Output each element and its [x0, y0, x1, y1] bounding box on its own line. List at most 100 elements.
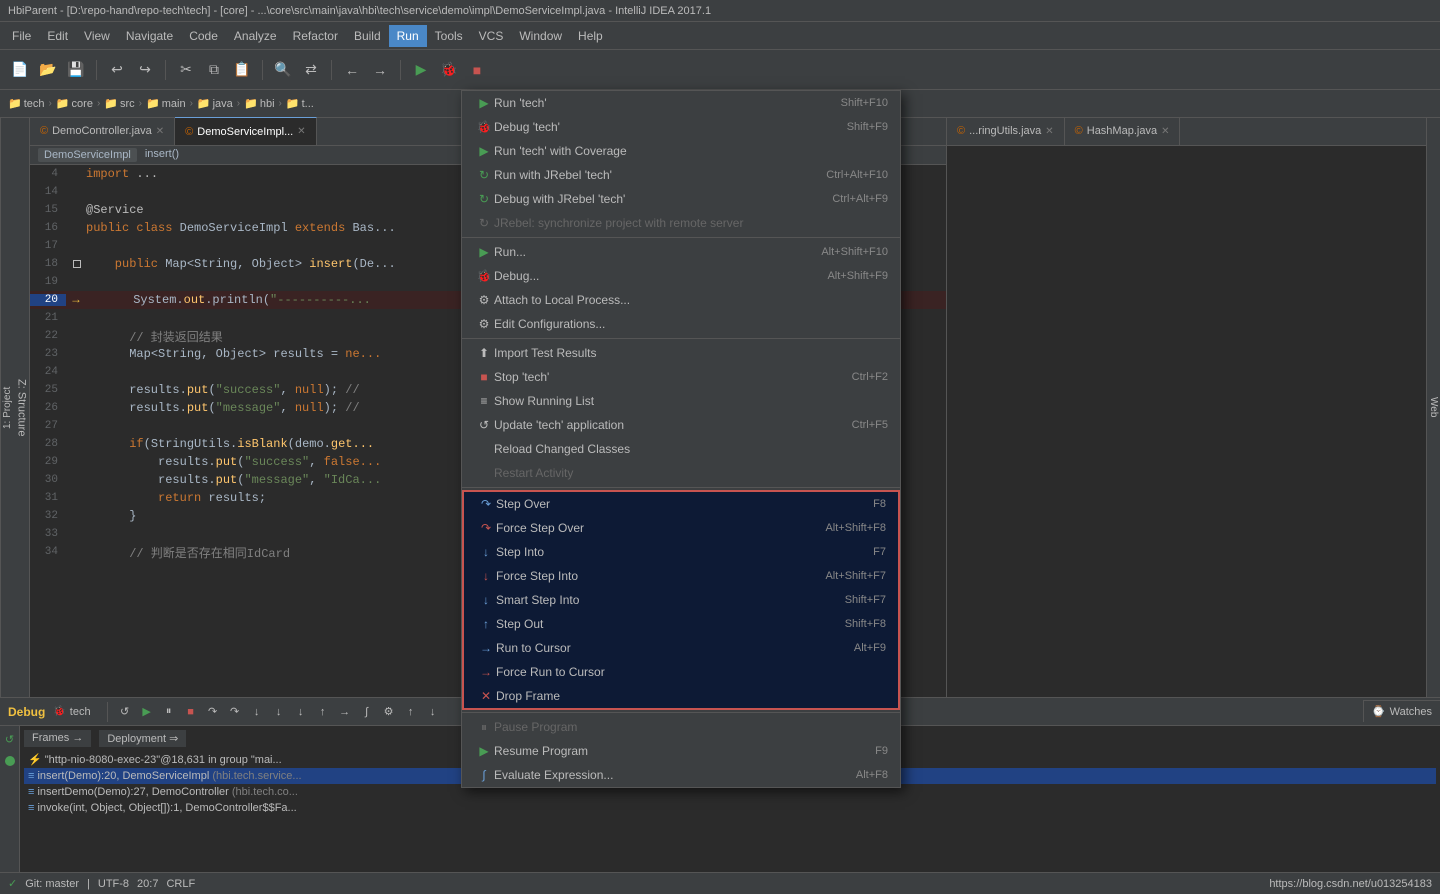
debug-step-out-btn[interactable]: ↑	[314, 703, 332, 721]
debug-refresh-btn[interactable]: ↺	[1, 730, 19, 748]
menu-refactor[interactable]: Refactor	[285, 25, 346, 47]
menu-drop-frame[interactable]: ✕ Drop Frame	[464, 684, 898, 708]
toolbar-debug-btn[interactable]: 🐞	[437, 58, 461, 82]
debug-green-circle-btn[interactable]	[1, 752, 19, 770]
frames-tab[interactable]: Frames →	[24, 730, 91, 747]
menu-edit[interactable]: Edit	[39, 25, 76, 47]
menu-analyze[interactable]: Analyze	[226, 25, 285, 47]
menu-help[interactable]: Help	[570, 25, 611, 47]
debug-down-btn[interactable]: ↓	[424, 703, 442, 721]
breadcrumb-t[interactable]: 📁 t...	[286, 97, 314, 110]
deployment-tab[interactable]: Deployment ⇒	[99, 730, 186, 747]
tab-hashmap-label: HashMap.java	[1087, 125, 1157, 137]
tab-stringutils[interactable]: © ...ringUtils.java ✕	[947, 117, 1065, 145]
toolbar-stop-btn[interactable]: ■	[465, 58, 489, 82]
menu-debug-jrebel[interactable]: ↻ Debug with JRebel 'tech' Ctrl+Alt+F9	[462, 187, 900, 211]
toolbar-replace-btn[interactable]: ⇄	[299, 58, 323, 82]
menu-vcs[interactable]: VCS	[471, 25, 512, 47]
toolbar-run-btn[interactable]: ▶	[409, 58, 433, 82]
toolbar-cut-btn[interactable]: ✂	[174, 58, 198, 82]
menu-run[interactable]: Run	[389, 25, 427, 47]
debug-settings-btn[interactable]: ⚙	[380, 703, 398, 721]
menu-run-tech[interactable]: ▶ Run 'tech' Shift+F10	[462, 91, 900, 115]
tab-hashmap[interactable]: © HashMap.java ✕	[1065, 117, 1181, 145]
debug-force-step-into-btn[interactable]: ↓	[270, 703, 288, 721]
menu-step-out[interactable]: ↑ Step Out Shift+F8	[464, 612, 898, 636]
title-bar: HbiParent - [D:\repo-hand\repo-tech\tech…	[0, 0, 1440, 22]
code-breadcrumb-class[interactable]: DemoServiceImpl	[38, 148, 137, 162]
menu-update-app[interactable]: ↺ Update 'tech' application Ctrl+F5	[462, 413, 900, 437]
debug-restart-btn[interactable]: ↺	[116, 703, 134, 721]
tab-demoserviceimpl[interactable]: © DemoServiceImpl... ✕	[175, 117, 316, 145]
menu-evaluate-expr[interactable]: ∫ Evaluate Expression... Alt+F8	[462, 763, 900, 787]
menu-attach-local[interactable]: ⚙ Attach to Local Process...	[462, 288, 900, 312]
menu-resume-program[interactable]: ▶ Resume Program F9	[462, 739, 900, 763]
tab-demoserviceimpl-close[interactable]: ✕	[297, 126, 305, 137]
structure-panel[interactable]: Z: Structure	[14, 118, 30, 697]
menu-reload-classes[interactable]: Reload Changed Classes	[462, 437, 900, 461]
menu-pause-program: ⏸ Pause Program	[462, 715, 900, 739]
menu-import-test[interactable]: ⬆ Import Test Results	[462, 341, 900, 365]
menu-run-dots[interactable]: ▶ Run... Alt+Shift+F10	[462, 240, 900, 264]
project-panel[interactable]: 1: Project	[0, 118, 14, 697]
menu-smart-step-into[interactable]: ↓ Smart Step Into Shift+F7	[464, 588, 898, 612]
code-breadcrumb-method[interactable]: insert()	[145, 148, 179, 162]
debug-force-step-over-btn[interactable]: ↷	[226, 703, 244, 721]
menu-run-to-cursor[interactable]: → Run to Cursor Alt+F9	[464, 636, 898, 660]
debug-smart-step-into-btn[interactable]: ↓	[292, 703, 310, 721]
breadcrumb-src[interactable]: 📁 src	[104, 97, 134, 110]
toolbar-save-btn[interactable]: 💾	[64, 58, 88, 82]
breadcrumb-java[interactable]: 📁 java	[197, 97, 233, 110]
debug-resume-btn[interactable]: ▶	[138, 703, 156, 721]
debug-dots-shortcut: Alt+Shift+F9	[827, 270, 888, 282]
menu-debug-tech[interactable]: 🐞 Debug 'tech' Shift+F9	[462, 115, 900, 139]
menu-step-into[interactable]: ↓ Step Into F7	[464, 540, 898, 564]
menu-step-over[interactable]: ↷ Step Over F8	[464, 492, 898, 516]
tab-democontroller-close[interactable]: ✕	[156, 126, 164, 137]
menu-edit-config[interactable]: ⚙ Edit Configurations...	[462, 312, 900, 336]
menu-navigate[interactable]: Navigate	[118, 25, 181, 47]
debug-up-btn[interactable]: ↑	[402, 703, 420, 721]
toolbar-undo-btn[interactable]: ↩	[105, 58, 129, 82]
menu-tools[interactable]: Tools	[427, 25, 471, 47]
toolbar-nav-back-btn[interactable]: ←	[340, 58, 364, 82]
debug-evaluate-btn[interactable]: ∫	[358, 703, 376, 721]
watches-button[interactable]: ⌚ Watches	[1363, 700, 1440, 722]
debug-step-over-btn[interactable]: ↷	[204, 703, 222, 721]
breadcrumb-tech[interactable]: 📁 tech	[8, 97, 45, 110]
menu-build[interactable]: Build	[346, 25, 389, 47]
debug-run-cursor-btn[interactable]: →	[336, 703, 354, 721]
menu-force-step-into[interactable]: ↓ Force Step Into Alt+Shift+F7	[464, 564, 898, 588]
toolbar-paste-btn[interactable]: 📋	[230, 58, 254, 82]
menu-force-run-to-cursor[interactable]: → Force Run to Cursor	[464, 660, 898, 684]
toolbar-find-btn[interactable]: 🔍	[271, 58, 295, 82]
menu-file[interactable]: File	[4, 25, 39, 47]
menu-run-jrebel[interactable]: ↻ Run with JRebel 'tech' Ctrl+Alt+F10	[462, 163, 900, 187]
toolbar-new-btn[interactable]: 📄	[8, 58, 32, 82]
frame-item-invoke[interactable]: ≡ invoke(int, Object, Object[]):1, DemoC…	[24, 800, 1436, 816]
debug-pause-btn[interactable]: ⏸	[160, 703, 178, 721]
menu-window[interactable]: Window	[511, 25, 570, 47]
menu-show-running[interactable]: ≡ Show Running List	[462, 389, 900, 413]
step-into-icon: ↓	[476, 545, 496, 559]
tab-democontroller[interactable]: © DemoController.java ✕	[30, 117, 175, 145]
breadcrumb-core[interactable]: 📁 core	[56, 97, 93, 110]
tab-stringutils-close[interactable]: ✕	[1045, 126, 1053, 137]
toolbar-copy-btn[interactable]: ⧉	[202, 58, 226, 82]
breadcrumb-main[interactable]: 📁 main	[146, 97, 186, 110]
breakpoint-indicator	[73, 260, 81, 268]
menu-force-step-over[interactable]: ↷ Force Step Over Alt+Shift+F8	[464, 516, 898, 540]
web-panel[interactable]: Web	[1426, 118, 1440, 697]
breadcrumb-hbi[interactable]: 📁 hbi	[244, 97, 274, 110]
menu-stop-tech[interactable]: ■ Stop 'tech' Ctrl+F2	[462, 365, 900, 389]
menu-debug-dots[interactable]: 🐞 Debug... Alt+Shift+F9	[462, 264, 900, 288]
tab-hashmap-close[interactable]: ✕	[1161, 126, 1169, 137]
menu-run-coverage[interactable]: ▶ Run 'tech' with Coverage	[462, 139, 900, 163]
toolbar-redo-btn[interactable]: ↪	[133, 58, 157, 82]
debug-step-into-btn[interactable]: ↓	[248, 703, 266, 721]
toolbar-open-btn[interactable]: 📂	[36, 58, 60, 82]
menu-code[interactable]: Code	[181, 25, 226, 47]
debug-stop-btn[interactable]: ■	[182, 703, 200, 721]
toolbar-nav-fwd-btn[interactable]: →	[368, 58, 392, 82]
menu-view[interactable]: View	[76, 25, 118, 47]
